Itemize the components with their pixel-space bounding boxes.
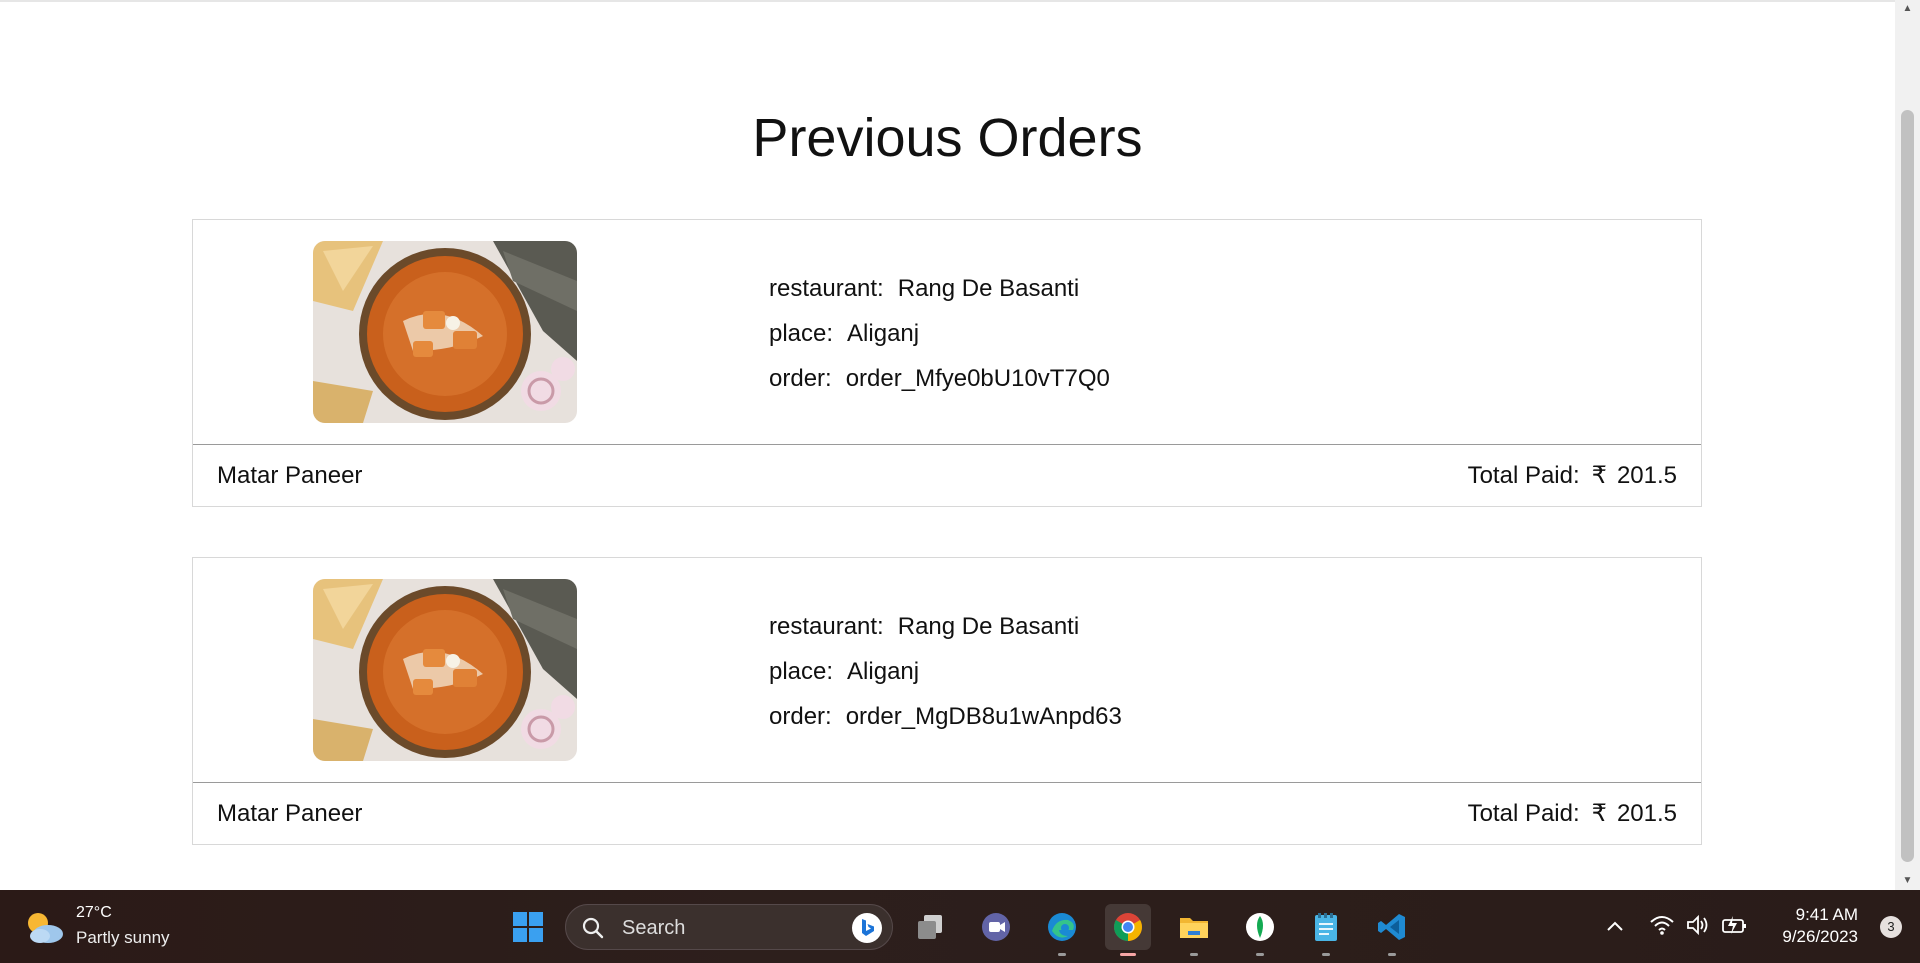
total-paid: Total Paid: ₹201.5 xyxy=(1468,445,1677,507)
task-view-icon[interactable] xyxy=(907,904,953,950)
notepad-running-indicator xyxy=(1322,953,1330,956)
rupee-symbol: ₹ xyxy=(1591,462,1607,489)
order-id-row: order: order_Mfye0bU10vT7Q0 xyxy=(769,356,1110,401)
scroll-down-arrow-icon[interactable]: ▼ xyxy=(1895,872,1920,890)
windows-start-icon[interactable] xyxy=(505,904,551,950)
order-card-top: restaurant: Rang De Basanti place: Aliganj… xyxy=(193,558,1701,783)
edge-icon[interactable] xyxy=(1039,904,1085,956)
order-card-footer: Matar Paneer Total Paid: ₹201.5 xyxy=(193,783,1701,845)
order-id-row: order: order_MgDB8u1wAnpd63 xyxy=(769,694,1122,739)
total-amount: 201.5 xyxy=(1616,800,1677,827)
vscode-icon[interactable] xyxy=(1369,904,1415,956)
notepad-icon[interactable] xyxy=(1303,904,1349,956)
volume-icon[interactable] xyxy=(1685,914,1711,936)
bing-icon[interactable] xyxy=(850,911,884,945)
compass-running-indicator xyxy=(1256,953,1264,956)
edge-running-indicator xyxy=(1058,953,1066,956)
place-value: Aliganj xyxy=(847,320,920,347)
dish-name: Matar Paneer xyxy=(217,800,363,827)
page-title: Previous Orders xyxy=(752,108,1143,168)
chrome-icon[interactable] xyxy=(1105,904,1151,956)
show-hidden-icons-chevron-icon[interactable] xyxy=(1605,918,1625,934)
food-image xyxy=(313,241,577,423)
place-row: place: Aliganj xyxy=(769,649,1122,694)
browser-top-edge xyxy=(0,0,1895,2)
order-id-value: order_MgDB8u1wAnpd63 xyxy=(845,703,1122,730)
wifi-icon[interactable] xyxy=(1649,914,1675,936)
teams-chat-icon[interactable] xyxy=(973,904,1019,950)
scroll-thumb[interactable] xyxy=(1901,110,1914,862)
restaurant-row: restaurant: Rang De Basanti xyxy=(769,266,1110,311)
total-label: Total Paid: xyxy=(1467,800,1580,827)
clock-time: 9:41 AM xyxy=(1795,905,1858,924)
clock-date: 9/26/2023 xyxy=(1782,927,1858,946)
search-box[interactable]: Search xyxy=(565,904,893,950)
total-label: Total Paid: xyxy=(1467,462,1580,489)
battery-charging-icon[interactable] xyxy=(1721,914,1749,936)
place-label: place: xyxy=(769,658,834,685)
search-icon xyxy=(582,917,604,939)
order-card: restaurant: Rang De Basanti place: Aliganj… xyxy=(192,219,1702,507)
place-label: place: xyxy=(769,320,834,347)
search-placeholder: Search xyxy=(622,917,686,939)
restaurant-value: Rang De Basanti xyxy=(897,613,1080,640)
order-id-label: order: xyxy=(769,703,832,730)
scroll-up-arrow-icon[interactable]: ▲ xyxy=(1895,0,1920,18)
restaurant-row: restaurant: Rang De Basanti xyxy=(769,604,1122,649)
order-card-top: restaurant: Rang De Basanti place: Aliganj… xyxy=(193,220,1701,445)
weather-temperature: 27°C xyxy=(76,904,112,921)
total-amount: 201.5 xyxy=(1616,462,1677,489)
page: Previous Orders restaurant: Rang De Basa… xyxy=(0,0,1895,890)
taskbar: 27°C Partly sunny Search 9:41 AM 9/26/20… xyxy=(0,890,1920,963)
notification-badge[interactable]: 3 xyxy=(1880,916,1902,938)
restaurant-value: Rang De Basanti xyxy=(897,275,1080,302)
order-details: restaurant: Rang De Basanti place: Aliganj… xyxy=(769,604,1122,739)
mongodb-compass-icon[interactable] xyxy=(1237,904,1283,956)
vertical-scrollbar[interactable]: ▲ ▼ xyxy=(1895,0,1920,890)
restaurant-label: restaurant: xyxy=(769,613,884,640)
rupee-symbol: ₹ xyxy=(1591,800,1607,827)
file-explorer-icon[interactable] xyxy=(1171,904,1217,956)
food-image xyxy=(313,579,577,761)
restaurant-label: restaurant: xyxy=(769,275,884,302)
place-value: Aliganj xyxy=(847,658,920,685)
explorer-running-indicator xyxy=(1190,953,1198,956)
vscode-running-indicator xyxy=(1388,953,1396,956)
order-details: restaurant: Rang De Basanti place: Aliganj… xyxy=(769,266,1110,401)
chrome-active-indicator xyxy=(1120,953,1136,956)
order-card: restaurant: Rang De Basanti place: Aliganj… xyxy=(192,557,1702,845)
place-row: place: Aliganj xyxy=(769,311,1110,356)
weather-description: Partly sunny xyxy=(76,928,170,947)
total-paid: Total Paid: ₹201.5 xyxy=(1468,783,1677,845)
order-id-value: order_Mfye0bU10vT7Q0 xyxy=(845,365,1110,392)
dish-name: Matar Paneer xyxy=(217,462,363,489)
order-id-label: order: xyxy=(769,365,832,392)
system-clock[interactable]: 9:41 AM 9/26/2023 xyxy=(1782,904,1858,948)
partly-sunny-icon xyxy=(28,913,63,943)
order-card-footer: Matar Paneer Total Paid: ₹201.5 xyxy=(193,445,1701,507)
